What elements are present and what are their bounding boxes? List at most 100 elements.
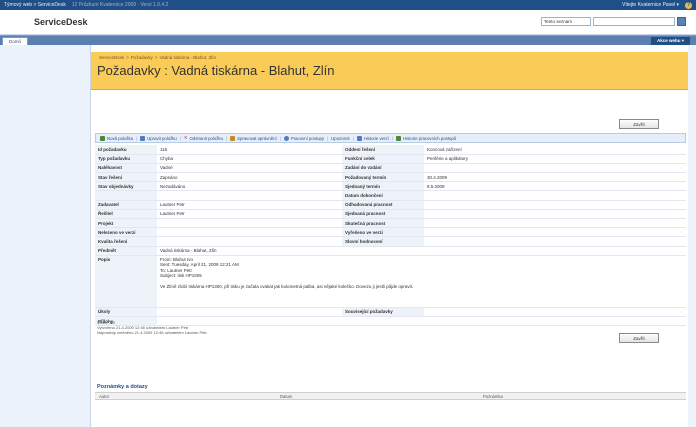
field-value: Periférie a aplikátory bbox=[424, 154, 501, 164]
field-label: Předmět bbox=[95, 246, 157, 256]
field-label: Zadavatel bbox=[95, 200, 157, 210]
field-label: Požadovaný termín bbox=[342, 172, 424, 183]
field-value bbox=[157, 307, 342, 317]
field-label: Oddení řešení bbox=[342, 145, 424, 155]
search-input[interactable] bbox=[593, 17, 675, 26]
table-row: Kvalita řešení Slovní hodnocení bbox=[95, 236, 686, 247]
main-content: Zavřít Nová položka | Upravit položku | … bbox=[91, 90, 688, 427]
field-label: Popis bbox=[95, 255, 157, 308]
search-button[interactable] bbox=[677, 17, 686, 26]
workflow-icon bbox=[283, 135, 289, 141]
field-value bbox=[424, 190, 501, 201]
manage-permissions-button[interactable]: Spravovat oprávnění bbox=[230, 135, 277, 141]
field-value: 116 bbox=[157, 145, 342, 155]
table-row: Řešitel Lautner Petr Sjednaná pracnost bbox=[95, 209, 686, 220]
topbar-status: 12 Průzkum Kvaternice 2009 · Verzi 1.9.4… bbox=[71, 2, 169, 8]
workflows-button[interactable]: Pracovní postupy bbox=[283, 135, 324, 141]
breadcrumb-separator: > bbox=[154, 55, 158, 60]
field-value bbox=[424, 227, 501, 238]
field-label: Stav objednávky bbox=[95, 181, 157, 192]
close-button-top[interactable]: Zavřít bbox=[619, 119, 659, 129]
table-row: Popis From: Blahut Ivo Sent: Tuesday, Ap… bbox=[95, 255, 686, 308]
table-row: Datum dokončení bbox=[95, 190, 686, 201]
field-value: Vadná tiskárna - Blahut, Zlín bbox=[157, 246, 686, 256]
field-value bbox=[157, 316, 686, 327]
modified-info[interactable]: Naposledy změněno 21.4.2009 12:46 uživat… bbox=[97, 330, 207, 335]
field-value bbox=[424, 209, 501, 220]
field-label: Skutečná pracnost bbox=[342, 218, 424, 229]
field-value bbox=[424, 200, 501, 210]
item-properties-table: Id požadavku 116 Oddení řešení Koncová z… bbox=[95, 145, 686, 327]
notes-table-header: Autor Datum Poznámka bbox=[95, 392, 686, 400]
search-area: Tento seznam bbox=[541, 17, 686, 26]
table-row: Nelezeno ve verzi Vyřešeno ve verzi bbox=[95, 227, 686, 238]
column-header-date[interactable]: Datum bbox=[280, 394, 292, 399]
breadcrumb-current: Vadná tiskárna - Blahut, Zlín bbox=[159, 55, 217, 60]
breadcrumb-separator: > bbox=[126, 55, 129, 60]
field-label: Kvalita řešení bbox=[95, 236, 157, 247]
new-item-icon bbox=[100, 135, 105, 141]
edit-item-button[interactable]: Upravit položku bbox=[140, 135, 177, 141]
field-label: Související požadavky bbox=[342, 307, 424, 317]
field-label: Funkční celek bbox=[342, 154, 424, 164]
breadcrumb: ServiceDesk > Požadavky > Vadná tiskárna… bbox=[99, 55, 216, 60]
delete-item-icon: ✕ bbox=[183, 135, 188, 140]
search-scope-select[interactable]: Tento seznam bbox=[541, 17, 591, 26]
table-row: Zadavatel Lautner Petr Odhadovaná pracno… bbox=[95, 200, 686, 210]
new-item-button[interactable]: Nová položka bbox=[100, 135, 133, 141]
breadcrumb-servicedesk[interactable]: ServiceDesk bbox=[99, 55, 124, 60]
left-navigation bbox=[0, 45, 91, 427]
field-value: Lautner Petr bbox=[157, 200, 342, 210]
field-value: 30.4.2009 bbox=[424, 172, 501, 183]
field-label: Stav řešení bbox=[95, 172, 157, 183]
field-value: 8.5.2009 bbox=[424, 181, 501, 192]
table-row: Id požadavku 116 Oddení řešení Koncová z… bbox=[95, 145, 686, 155]
field-value: Nezadáváno bbox=[157, 181, 342, 192]
field-label: Sjednaná pracnost bbox=[342, 209, 424, 220]
version-history-button[interactable]: Historie verzí bbox=[356, 135, 389, 141]
site-name[interactable]: ServiceDesk bbox=[34, 17, 88, 27]
delete-item-button[interactable]: ✕ Odstranit položku bbox=[184, 135, 223, 141]
field-label: Sjednaný termín bbox=[342, 181, 424, 192]
breadcrumb-pozadavky[interactable]: Požadavky bbox=[131, 55, 153, 60]
alert-me-button[interactable]: Upozornit bbox=[331, 136, 349, 141]
top-nav-bar: Domů Akce webu ▾ bbox=[0, 35, 696, 45]
field-label: Řešitel bbox=[95, 209, 157, 220]
close-button-bottom[interactable]: Zavřít bbox=[619, 333, 659, 343]
table-row: Stav objednávky Nezadáváno Sjednaný term… bbox=[95, 181, 686, 192]
field-label: Typ požadavku bbox=[95, 154, 157, 164]
field-value: Lautner Petr bbox=[157, 209, 342, 220]
field-value: Koncová zařízení bbox=[424, 145, 501, 155]
column-header-author[interactable]: Autor bbox=[99, 394, 109, 399]
field-value bbox=[157, 218, 342, 229]
help-icon[interactable]: ? bbox=[685, 1, 692, 9]
field-label: Nelezeno ve verzi bbox=[95, 227, 157, 238]
permissions-icon bbox=[230, 135, 236, 141]
item-toolbar: Nová položka | Upravit položku | ✕ Odstra… bbox=[95, 133, 686, 143]
page-title: Požadavky : Vadná tiskárna - Blahut, Zlí… bbox=[97, 63, 335, 78]
site-header: ServiceDesk Tento seznam bbox=[0, 10, 696, 35]
field-value: Chyba bbox=[157, 154, 342, 164]
table-row: Předmět Vadná tiskárna - Blahut, Zlín bbox=[95, 246, 686, 256]
table-row: Projekt Skutečná pracnost bbox=[95, 218, 686, 229]
site-actions-menu[interactable]: Akce webu ▾ bbox=[650, 37, 690, 45]
version-info: Verze: 3.0 Vytvořeno 21.4.2009 12:46 uži… bbox=[97, 320, 207, 336]
table-row: Naléhavost Vadné Zadání do vzdání bbox=[95, 163, 686, 174]
field-value: Vadné bbox=[157, 163, 342, 174]
site-breadcrumb-link[interactable]: Týmový web > ServiceDesk bbox=[4, 2, 66, 8]
workflow-history-button[interactable]: Historie pracovních postupů bbox=[395, 135, 456, 141]
workflow-history-icon bbox=[395, 135, 401, 141]
edit-item-icon bbox=[140, 135, 146, 141]
field-value bbox=[424, 307, 501, 317]
field-label: Id požadavku bbox=[95, 145, 157, 155]
user-menu[interactable]: Vítejte Kvaternice Pavel ▾ bbox=[622, 2, 679, 8]
table-row: Stav řešení Zapsáno Požadovaný termín 30… bbox=[95, 172, 686, 183]
table-row: Úkoly Související požadavky bbox=[95, 307, 686, 317]
column-header-note[interactable]: Poznámka bbox=[483, 394, 503, 399]
field-value bbox=[424, 163, 501, 174]
field-label: Naléhavost bbox=[95, 163, 157, 174]
field-label: Slovní hodnocení bbox=[342, 236, 424, 247]
field-label: Vyřešeno ve verzi bbox=[342, 227, 424, 238]
tab-home[interactable]: Domů bbox=[2, 37, 29, 45]
field-value bbox=[157, 236, 342, 247]
